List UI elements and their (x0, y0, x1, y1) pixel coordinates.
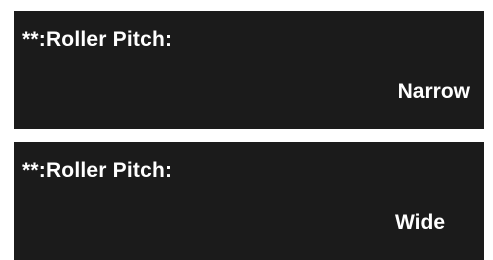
lcd-screen-narrow: **:Roller Pitch: Narrow (14, 11, 484, 129)
roller-pitch-label: **:Roller Pitch: (22, 159, 173, 182)
roller-pitch-label: **:Roller Pitch: (22, 28, 173, 51)
roller-pitch-value: Wide (395, 211, 445, 234)
roller-pitch-value: Narrow (397, 80, 470, 103)
lcd-screen-wide: **:Roller Pitch: Wide (14, 142, 484, 260)
